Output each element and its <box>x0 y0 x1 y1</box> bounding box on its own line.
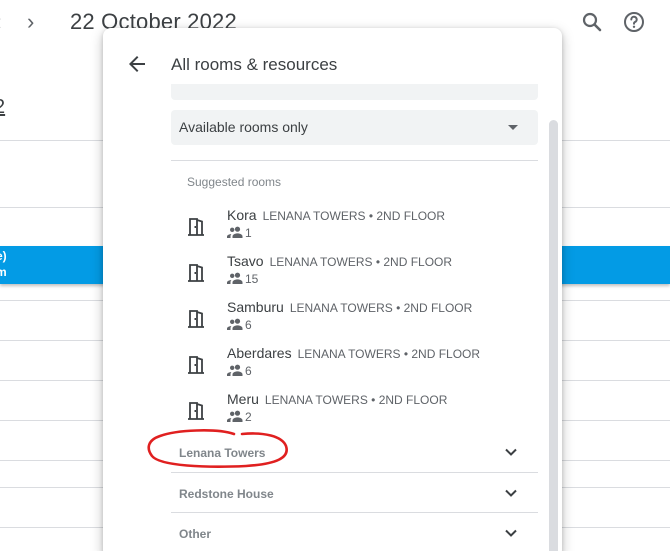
day-number[interactable]: 2 <box>0 96 5 119</box>
room-search-input[interactable] <box>171 84 538 100</box>
room-capacity: 15 <box>227 272 258 286</box>
door-icon <box>188 264 204 282</box>
door-icon <box>188 356 204 374</box>
room-name: Kora LENANA TOWERS • 2ND FLOOR <box>227 207 446 223</box>
people-icon <box>227 318 243 330</box>
next-day-button[interactable]: › <box>27 8 34 36</box>
door-icon <box>188 310 204 328</box>
room-location: LENANA TOWERS • 2ND FLOOR <box>269 255 453 269</box>
room-capacity: 2 <box>227 410 252 424</box>
room-capacity: 6 <box>227 364 252 378</box>
room-item-kora[interactable]: Kora LENANA TOWERS • 2ND FLOOR 1 <box>171 205 538 251</box>
group-other[interactable]: Other <box>171 513 538 551</box>
room-name: Tsavo LENANA TOWERS • 2ND FLOOR <box>227 253 453 269</box>
people-icon <box>227 272 243 284</box>
people-icon <box>227 226 243 238</box>
back-arrow-icon[interactable] <box>125 52 149 76</box>
room-item-samburu[interactable]: Samburu LENANA TOWERS • 2ND FLOOR 6 <box>171 297 538 343</box>
event-title: e) <box>0 249 7 263</box>
group-label: Lenana Towers <box>179 446 266 460</box>
event-time: m <box>0 265 7 279</box>
people-icon <box>227 410 243 422</box>
room-name: Samburu LENANA TOWERS • 2ND FLOOR <box>227 299 473 315</box>
room-location: LENANA TOWERS • 2ND FLOOR <box>297 347 481 361</box>
search-icon[interactable] <box>580 10 604 34</box>
chevron-down-icon <box>505 529 517 537</box>
room-item-meru[interactable]: Meru LENANA TOWERS • 2ND FLOOR 2 <box>171 389 538 435</box>
room-name: Meru LENANA TOWERS • 2ND FLOOR <box>227 391 448 407</box>
group-redstone-house[interactable]: Redstone House <box>171 473 538 513</box>
rooms-resources-panel: All rooms & resources Available rooms on… <box>103 28 562 551</box>
room-capacity: 6 <box>227 318 252 332</box>
availability-filter-value: Available rooms only <box>179 119 308 135</box>
panel-title: All rooms & resources <box>171 55 338 74</box>
chevron-down-icon <box>505 448 517 456</box>
availability-filter-select[interactable]: Available rooms only <box>171 110 538 145</box>
room-name: Aberdares LENANA TOWERS • 2ND FLOOR <box>227 345 481 361</box>
room-location: LENANA TOWERS • 2ND FLOOR <box>264 393 448 407</box>
group-lenana-towers[interactable]: Lenana Towers <box>171 432 538 472</box>
suggested-rooms-label: Suggested rooms <box>187 175 282 189</box>
dropdown-caret-icon <box>508 125 518 130</box>
help-icon[interactable] <box>622 10 646 34</box>
room-item-tsavo[interactable]: Tsavo LENANA TOWERS • 2ND FLOOR 15 <box>171 251 538 297</box>
divider <box>171 160 538 161</box>
room-location: LENANA TOWERS • 2ND FLOOR <box>262 209 446 223</box>
scrollbar[interactable] <box>549 120 558 551</box>
room-capacity: 1 <box>227 226 252 240</box>
people-icon <box>227 364 243 376</box>
group-label: Redstone House <box>179 487 274 501</box>
previous-day-button[interactable]: ‹ <box>0 8 1 36</box>
door-icon <box>188 402 204 420</box>
room-item-aberdares[interactable]: Aberdares LENANA TOWERS • 2ND FLOOR 6 <box>171 343 538 389</box>
group-label: Other <box>179 527 212 541</box>
chevron-down-icon <box>505 489 517 497</box>
door-icon <box>188 218 204 236</box>
room-location: LENANA TOWERS • 2ND FLOOR <box>289 301 473 315</box>
